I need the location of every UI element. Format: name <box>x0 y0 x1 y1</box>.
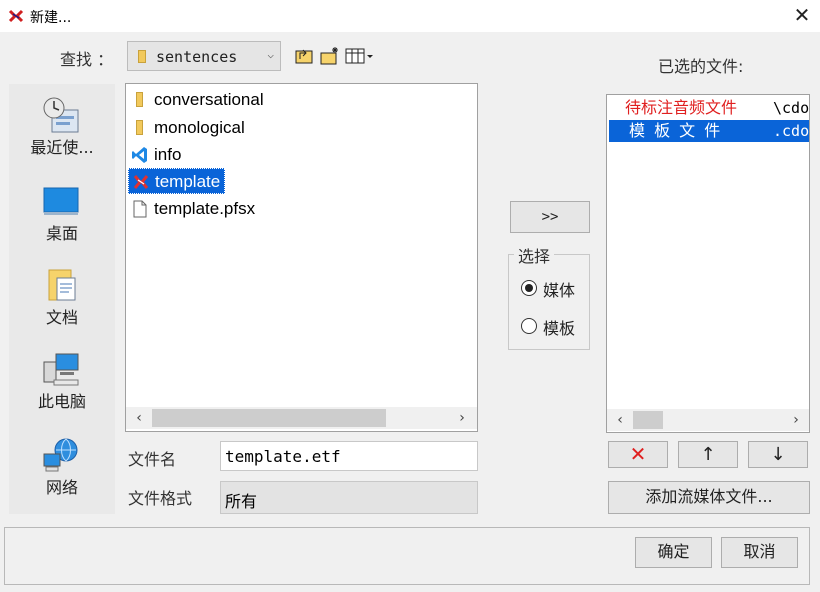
scroll-right-icon[interactable]: › <box>453 409 471 427</box>
ok-button[interactable]: 确定 <box>635 537 712 568</box>
place-label: 最近使... <box>30 138 94 157</box>
app-icon <box>133 175 149 189</box>
filename-input[interactable]: template.etf <box>220 441 478 471</box>
cancel-button[interactable]: 取消 <box>721 537 798 568</box>
list-item[interactable]: conversational <box>128 87 264 113</box>
recent-icon <box>43 97 79 133</box>
folder-icon <box>136 92 143 107</box>
remove-button[interactable]: ✕ <box>608 441 668 468</box>
scrollbar-thumb[interactable] <box>633 411 663 429</box>
scroll-right-icon[interactable]: › <box>787 411 805 429</box>
place-label: 此电脑 <box>37 392 86 411</box>
item-path: \cdo <box>773 99 809 117</box>
file-name: conversational <box>154 90 264 109</box>
file-name: template.pfsx <box>154 199 256 218</box>
horizontal-scrollbar[interactable]: ‹ › <box>607 409 809 431</box>
scrollbar-thumb[interactable] <box>152 409 386 427</box>
parent-folder-icon[interactable] <box>294 46 316 66</box>
horizontal-scrollbar[interactable]: ‹ › <box>126 407 477 429</box>
template-radio[interactable] <box>521 318 537 334</box>
folder-icon <box>136 120 143 135</box>
list-item[interactable]: template.pfsx <box>128 196 255 222</box>
media-radio-label[interactable]: 媒体 <box>543 277 575 301</box>
add-to-selection-button[interactable]: >> <box>510 201 590 233</box>
close-icon[interactable]: ✕ <box>790 4 814 28</box>
item-tag: 待标注音频文件 <box>625 98 738 117</box>
item-tag: 模 板 文 件 <box>629 121 723 140</box>
lookin-value: sentences <box>156 48 238 66</box>
selected-files-label: 已选的文件: <box>658 57 744 76</box>
filetype-select[interactable]: 所有 <box>220 481 478 514</box>
place-label: 桌面 <box>45 224 78 243</box>
window-title: 新建... <box>30 10 72 26</box>
filetype-label: 文件格式 <box>128 489 193 508</box>
list-item-selected[interactable]: template <box>128 168 226 194</box>
selected-item[interactable]: 待标注音频文件 \cdo <box>609 97 809 119</box>
file-name: info <box>154 145 182 164</box>
filename-label: 文件名 <box>128 450 177 469</box>
view-menu-icon[interactable] <box>344 46 374 66</box>
place-label: 文档 <box>45 308 78 327</box>
add-stream-button[interactable]: 添加流媒体文件... <box>608 481 810 514</box>
media-radio[interactable] <box>521 280 537 296</box>
lookin-combo[interactable]: sentences ⌵ <box>127 41 281 71</box>
app-icon <box>8 9 24 23</box>
title-bar: 新建... ✕ <box>0 0 820 32</box>
place-label: 网络 <box>45 478 78 497</box>
desktop-icon <box>43 187 79 215</box>
list-item[interactable]: monological <box>128 115 245 141</box>
move-up-button[interactable]: ↑ <box>678 441 738 468</box>
chevron-down-icon: ⌵ <box>267 48 274 61</box>
documents-icon <box>48 269 76 301</box>
place-documents[interactable]: 文档 <box>9 268 115 328</box>
choice-group-title: 选择 <box>514 243 555 267</box>
network-icon <box>43 438 78 472</box>
list-item[interactable]: info <box>128 142 181 168</box>
move-down-button[interactable]: ↓ <box>748 441 808 468</box>
template-radio-label[interactable]: 模板 <box>543 315 575 339</box>
file-list[interactable]: conversational monological info template… <box>125 83 478 432</box>
places-bar: 最近使... 桌面 文档 此电脑 网络 <box>9 84 115 514</box>
selected-files-list[interactable]: 待标注音频文件 \cdo 模 板 文 件 .cdo ‹ › <box>606 94 810 433</box>
scroll-left-icon[interactable]: ‹ <box>611 411 629 429</box>
computer-icon <box>43 353 79 386</box>
vscode-icon <box>132 147 147 163</box>
folder-icon <box>138 50 146 63</box>
place-recent[interactable]: 最近使... <box>9 96 115 170</box>
file-name: monological <box>154 118 245 137</box>
item-path: .cdo <box>773 122 809 140</box>
new-folder-icon[interactable] <box>319 46 341 66</box>
scroll-left-icon[interactable]: ‹ <box>130 409 148 427</box>
place-network[interactable]: 网络 <box>9 438 115 498</box>
place-this-pc[interactable]: 此电脑 <box>9 352 115 412</box>
file-icon <box>133 200 147 218</box>
place-desktop[interactable]: 桌面 <box>9 184 115 244</box>
selected-item-active[interactable]: 模 板 文 件 .cdo <box>609 120 809 142</box>
radio-dot <box>525 284 533 292</box>
file-name: template <box>155 172 221 191</box>
lookin-label: 查找 ： <box>60 50 114 69</box>
